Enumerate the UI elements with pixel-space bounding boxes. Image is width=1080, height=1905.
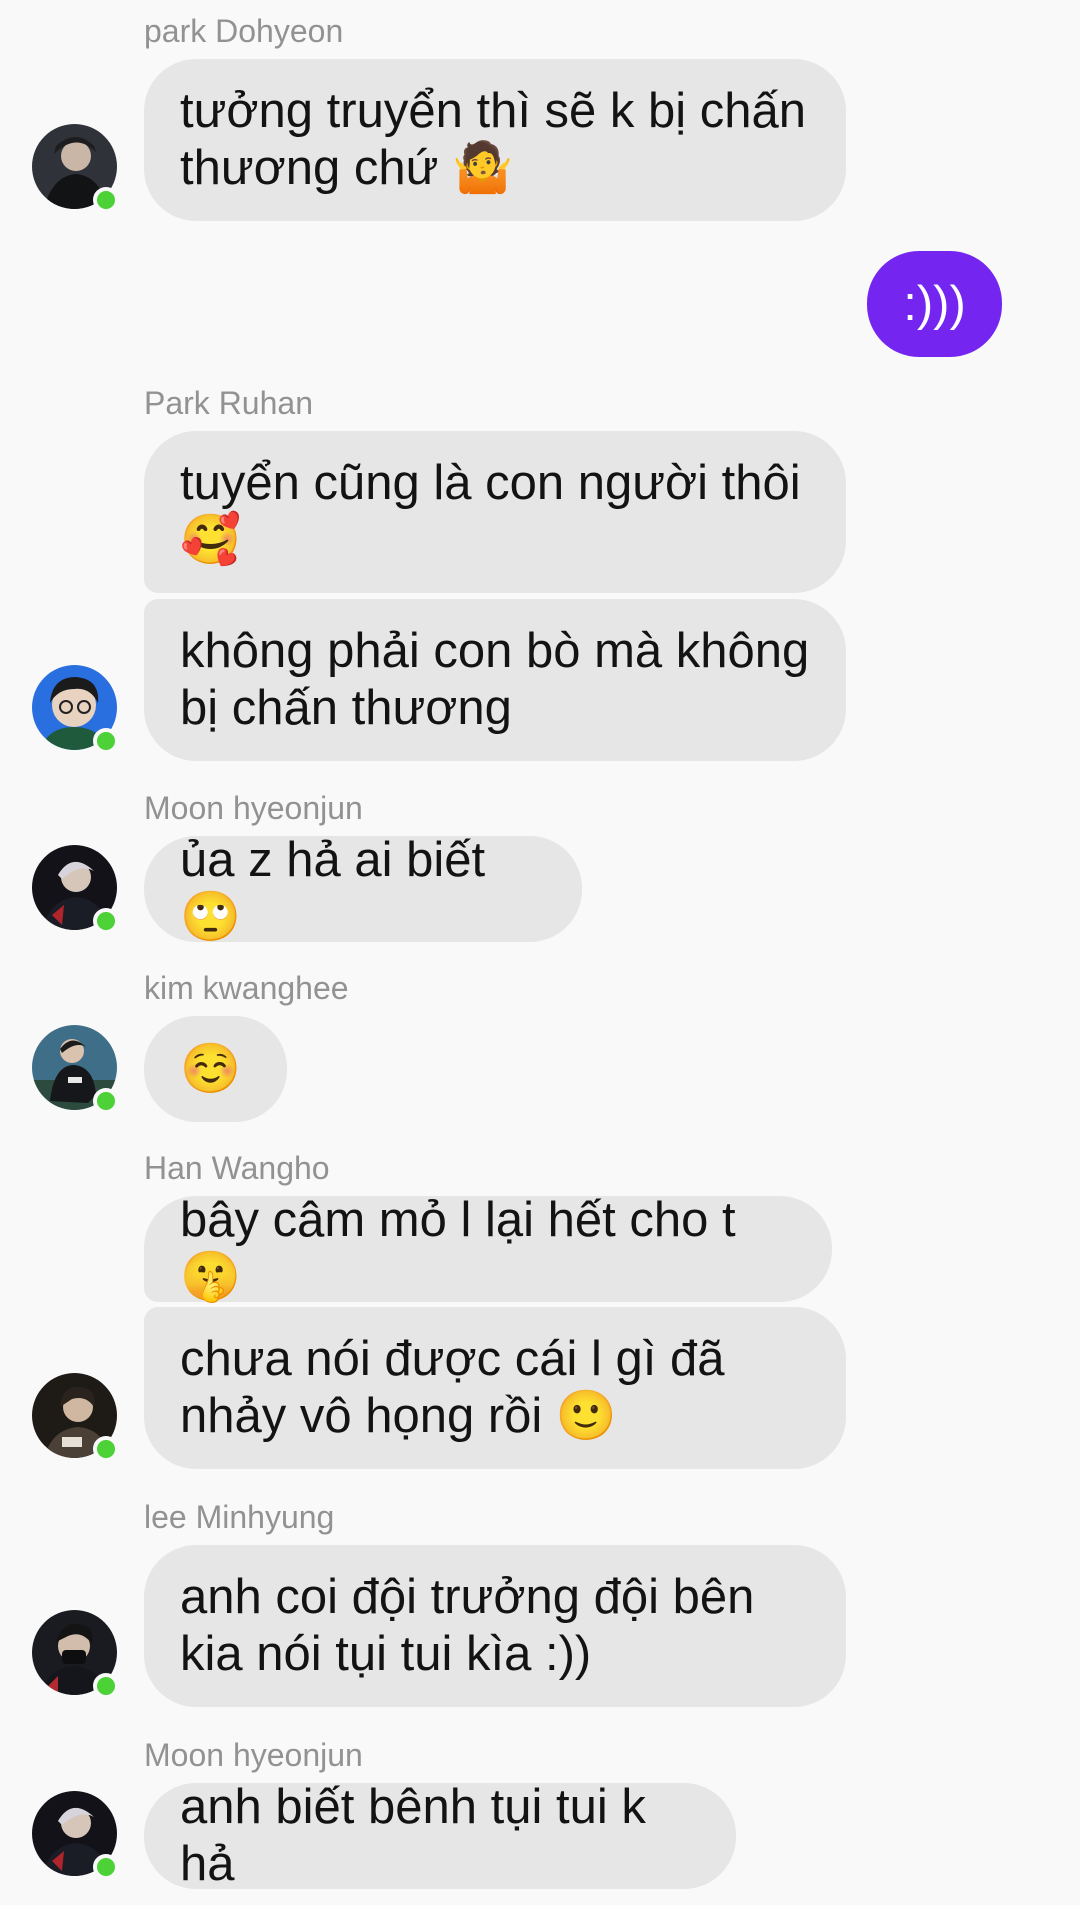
- avatar[interactable]: [32, 845, 119, 934]
- message-bubble[interactable]: chưa nói được cái l gì đã nhảy vô họng r…: [144, 1307, 846, 1469]
- avatar[interactable]: [32, 1610, 119, 1699]
- outgoing-message-bubble[interactable]: :))): [867, 251, 1002, 357]
- avatar[interactable]: [32, 1025, 119, 1114]
- message-text: anh biết bênh tụi tui k hả: [180, 1780, 646, 1891]
- sender-name: Park Ruhan: [144, 385, 313, 421]
- message-text: chưa nói được cái l gì đã nhảy vô họng r…: [180, 1332, 725, 1443]
- sender-name: park Dohyeon: [144, 13, 344, 49]
- online-status-dot: [93, 187, 119, 213]
- sender-name: Han Wangho: [144, 1150, 330, 1186]
- message-bubble[interactable]: bây câm mỏ l lại hết cho t 🤫: [144, 1193, 832, 1304]
- chat-thread: park Dohyeon tưởng truyển thì sẽ k bị ch…: [0, 0, 1080, 1905]
- message-bubble[interactable]: anh coi đội trưởng đội bên kia nói tụi t…: [144, 1545, 846, 1707]
- message-bubble[interactable]: ủa z hả ai biết 🙄: [144, 833, 582, 944]
- online-status-dot: [93, 1436, 119, 1462]
- message-bubble[interactable]: tưởng truyển thì sẽ k bị chấn thương chứ…: [144, 59, 846, 221]
- online-status-dot: [93, 908, 119, 934]
- message-text: tuyển cũng là con người thôi 🥰: [180, 456, 801, 567]
- message-bubble[interactable]: tuyển cũng là con người thôi 🥰: [144, 431, 846, 593]
- online-status-dot: [93, 1088, 119, 1114]
- online-status-dot: [93, 728, 119, 754]
- avatar[interactable]: [32, 1791, 119, 1880]
- message-text: tưởng truyển thì sẽ k bị chấn thương chứ…: [180, 84, 807, 195]
- avatar[interactable]: [32, 665, 119, 754]
- message-text: không phải con bò mà không bị chấn thươn…: [180, 624, 810, 735]
- sender-name: lee Minhyung: [144, 1499, 335, 1535]
- message-text: anh coi đội trưởng đội bên kia nói tụi t…: [180, 1570, 755, 1681]
- online-status-dot: [93, 1673, 119, 1699]
- avatar[interactable]: [32, 1373, 119, 1462]
- message-bubble[interactable]: không phải con bò mà không bị chấn thươn…: [144, 599, 846, 761]
- sender-name: Moon hyeonjun: [144, 790, 363, 826]
- message-text: ☺️: [180, 1041, 242, 1096]
- message-text: bây câm mỏ l lại hết cho t 🤫: [180, 1193, 736, 1304]
- message-text: ủa z hả ai biết 🙄: [180, 833, 486, 944]
- sender-name: kim kwanghee: [144, 970, 349, 1006]
- message-bubble[interactable]: anh biết bênh tụi tui k hả: [144, 1780, 736, 1891]
- avatar[interactable]: [32, 124, 119, 213]
- sender-name: Moon hyeonjun: [144, 1737, 363, 1773]
- online-status-dot: [93, 1854, 119, 1880]
- message-text: :))): [903, 276, 966, 331]
- message-bubble[interactable]: ☺️: [144, 1016, 287, 1122]
